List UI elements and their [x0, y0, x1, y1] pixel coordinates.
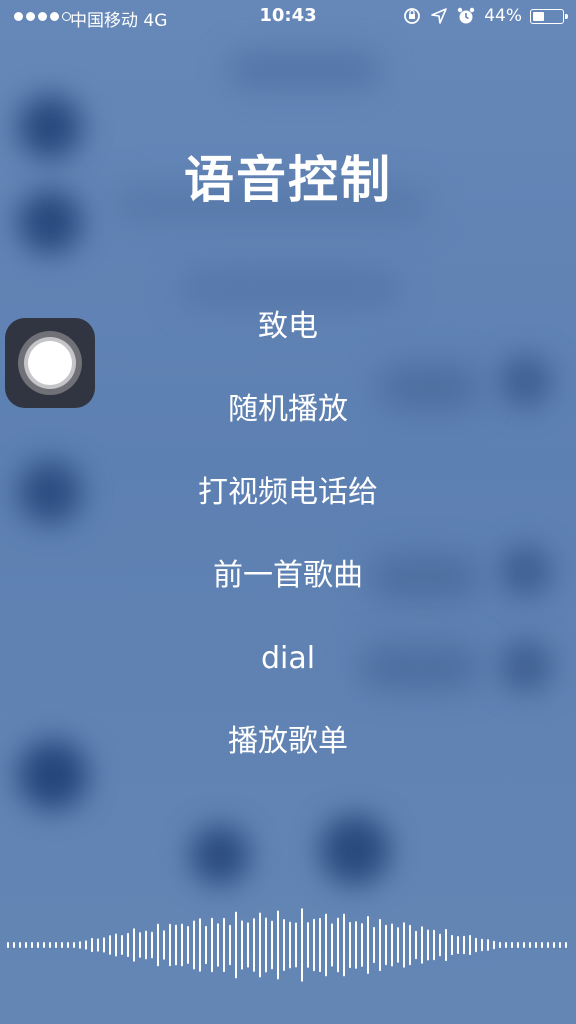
assistive-touch-button[interactable] — [5, 318, 95, 408]
suggestion-item[interactable]: 打视频电话给 — [0, 471, 576, 515]
suggestion-item[interactable]: dial — [0, 637, 576, 681]
suggestion-item[interactable]: 播放歌单 — [0, 720, 576, 764]
alarm-icon — [458, 7, 475, 24]
suggestion-item[interactable]: 前一首歌曲 — [0, 554, 576, 598]
status-bar: 中国移动 4G 10:43 44% — [0, 0, 576, 34]
battery-percent: 44% — [484, 6, 522, 26]
battery-icon — [530, 8, 568, 24]
orientation-lock-icon — [404, 8, 421, 24]
location-icon — [431, 8, 448, 24]
page-title: 语音控制 — [184, 151, 392, 209]
voice-waveform-icon — [7, 908, 567, 982]
